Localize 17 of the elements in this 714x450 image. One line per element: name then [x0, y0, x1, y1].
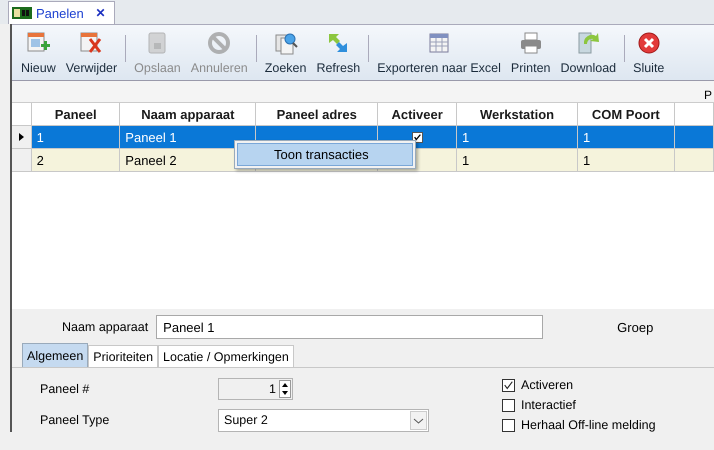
table-cell: 1	[36, 130, 44, 144]
field-label: Paneel Type	[40, 413, 110, 427]
checkbox-label: Interactief	[521, 398, 576, 412]
table-cell: 1	[583, 130, 590, 144]
field-label: Paneel #	[40, 382, 90, 396]
table-cell: Paneel 1	[125, 130, 177, 144]
table-cell: 1	[462, 152, 470, 168]
checkbox-label: Herhaal Off-line melding	[521, 418, 656, 432]
panel-header: P	[704, 88, 712, 102]
table-cell: 2	[36, 152, 44, 168]
table-cell: 1	[462, 130, 470, 144]
checkbox-label: Activeren	[521, 378, 574, 392]
table-cell: Paneel 2	[125, 152, 177, 168]
table-cell: 1	[583, 152, 590, 168]
field-label: Naam apparaat	[62, 320, 148, 334]
tab-title: Panelen	[36, 6, 84, 20]
group-label: Groep	[617, 320, 654, 334]
